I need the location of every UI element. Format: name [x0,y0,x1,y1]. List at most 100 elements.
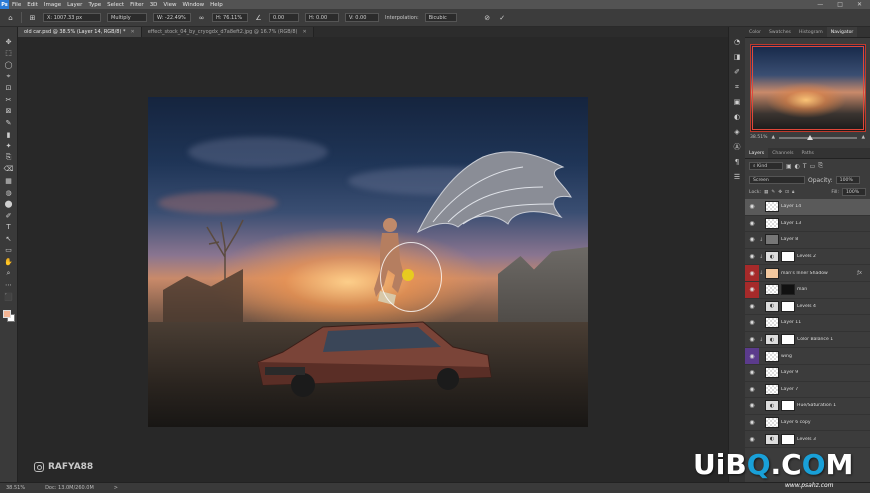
visibility-eye-icon[interactable]: ◉ [745,348,759,364]
document-canvas-image[interactable] [148,97,588,427]
panel-strip-icon-0[interactable]: ◔ [732,37,742,47]
lock-position-icon[interactable]: ✥ [778,190,782,195]
menu-edit[interactable]: Edit [24,2,41,8]
menu-type[interactable]: Type [85,2,104,8]
zoom-slider-knob[interactable] [806,134,813,140]
layer-name[interactable]: wing [781,354,792,359]
tool-icon-17[interactable]: ↖ [3,234,14,244]
layer-kind-filter[interactable]: ⌕ Kind [749,162,783,170]
foreground-color-swatch[interactable] [3,310,11,318]
visibility-eye-icon[interactable]: ◉ [745,265,759,281]
v-skew-field[interactable]: V: 0.00 [345,13,379,22]
menu-view[interactable]: View [160,2,179,8]
layer-thumbnail[interactable] [765,367,779,379]
tool-icon-5[interactable]: ✂ [3,95,14,105]
layer-row[interactable]: ◉ ↓ ◐ Levels 2 [745,248,870,266]
blend-mode-select[interactable]: Multiply [107,13,147,22]
menu-file[interactable]: File [9,2,24,8]
menu-select[interactable]: Select [104,2,127,8]
navigator-zoom-value[interactable]: 38.51% [750,135,768,140]
menu-layer[interactable]: Layer [64,2,85,8]
home-icon[interactable]: ⌂ [6,13,15,22]
tool-icon-18[interactable]: ▭ [3,246,14,256]
layer-name[interactable]: Levels 2 [797,254,816,259]
visibility-eye-icon[interactable]: ◉ [745,281,759,298]
visibility-eye-icon[interactable]: ◉ [745,216,759,232]
tab-swatches[interactable]: Swatches [765,27,795,37]
zoom-in-icon[interactable]: ▲ [861,135,865,140]
tool-icon-4[interactable]: ⊡ [3,83,14,93]
layer-name[interactable]: Layer 9 [781,370,798,375]
width-field[interactable]: W: -22.49% [153,13,191,22]
layer-mask-thumbnail[interactable] [781,300,795,312]
panel-strip-icon-1[interactable]: ◨ [732,52,742,62]
tool-icon-9[interactable]: ✦ [3,141,14,151]
layer-row[interactable]: ◉ Layer 9 [745,364,870,382]
tab-histogram[interactable]: Histogram [795,27,827,37]
tool-icon-22[interactable]: ⬛ [3,292,14,302]
fill-field[interactable]: 100% [842,188,866,196]
menu-window[interactable]: Window [179,2,207,8]
lock-artboard-icon[interactable]: ⊡ [785,190,789,195]
layer-name[interactable]: Layer 6 copy [781,420,811,425]
cancel-transform-icon[interactable]: ⊘ [483,13,492,22]
layer-row[interactable]: ◉ Layer 14 [745,199,870,216]
layer-name[interactable]: Levels 4 [797,304,816,309]
menu-filter[interactable]: Filter [127,2,147,8]
tab-color[interactable]: Color [745,27,765,37]
layer-blend-mode-select[interactable]: Screen [749,176,805,184]
tool-icon-21[interactable]: ⋯ [3,280,14,290]
type-filter-icon[interactable]: T [803,163,807,170]
layer-thumbnail[interactable]: ◐ [765,251,779,263]
tool-icon-3[interactable]: ⌖ [3,72,14,82]
layer-mask-thumbnail[interactable] [781,251,795,263]
canvas-area[interactable] [18,37,728,482]
close-icon[interactable]: ✕ [857,1,862,8]
layer-name[interactable]: Color Balance 1 [797,337,833,342]
layer-name[interactable]: Hue/Saturation 1 [797,403,836,408]
panel-strip-icon-2[interactable]: ✐ [732,67,742,77]
lock-paint-icon[interactable]: ✎ [771,190,775,195]
lock-all-icon[interactable]: 🔒︎ [792,189,794,195]
status-arrow-icon[interactable]: > [114,485,118,491]
pixel-filter-icon[interactable]: ▣ [786,163,792,170]
layer-row[interactable]: ◉ ◐ Levels 4 [745,298,870,316]
tab-old-car[interactable]: old car.psd @ 38.5% (Layer 14, RGB/8) * … [18,27,142,37]
tool-icon-13[interactable]: ◍ [3,188,14,198]
visibility-eye-icon[interactable]: ◉ [745,249,759,265]
visibility-eye-icon[interactable]: ◉ [745,382,759,398]
tool-icon-16[interactable]: T [3,223,14,233]
visibility-eye-icon[interactable]: ◉ [745,415,759,431]
panel-strip-icon-4[interactable]: ▣ [732,97,742,107]
layer-thumbnail[interactable] [765,417,779,429]
tab-navigator[interactable]: Navigator [826,27,858,37]
layer-thumbnail[interactable] [765,267,779,279]
zoom-out-icon[interactable]: ▲ [772,135,776,140]
visibility-eye-icon[interactable]: ◉ [745,398,759,414]
navigator-preview[interactable] [749,44,866,132]
layer-row[interactable]: ◉ Layer 13 [745,215,870,233]
lock-pixels-icon[interactable]: ▦ [764,190,768,195]
visibility-eye-icon[interactable]: ◉ [745,431,759,447]
shape-filter-icon[interactable]: ▭ [810,163,816,170]
layer-row[interactable]: ◉ wing [745,348,870,365]
panel-strip-icon-9[interactable]: ☰ [732,172,742,182]
visibility-eye-icon[interactable]: ◉ [745,299,759,315]
angle-field[interactable]: 0.00 [269,13,299,22]
visibility-eye-icon[interactable]: ◉ [745,232,759,248]
maximize-icon[interactable]: □ [837,1,843,8]
close-tab-icon[interactable]: ✕ [131,29,135,35]
layer-name[interactable]: Levels 3 [797,437,816,442]
tool-icon-0[interactable]: ✥ [3,37,14,47]
menu-3d[interactable]: 3D [147,2,161,8]
layer-name[interactable]: Layer 8 [781,237,798,242]
layer-row[interactable]: ◉ Layer 7 [745,381,870,399]
layer-thumbnail[interactable] [765,217,779,229]
adjustment-filter-icon[interactable]: ◐ [795,163,800,170]
layer-thumbnail[interactable] [765,201,779,213]
layer-thumbnail[interactable] [765,350,779,362]
tool-icon-8[interactable]: ▮ [3,130,14,140]
layer-effects-icon[interactable]: ƒx [857,270,862,276]
layer-thumbnail[interactable] [765,317,779,329]
layer-name[interactable]: Layer 14 [781,204,801,209]
